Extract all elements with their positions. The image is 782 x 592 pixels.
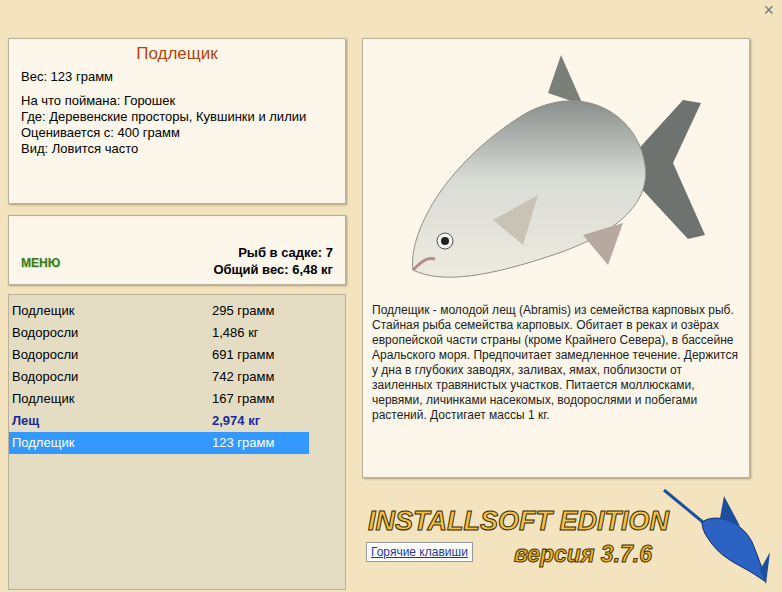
catch-row[interactable]: Подлещик123 грамм bbox=[9, 432, 309, 454]
catch-name: Водоросли bbox=[9, 367, 212, 387]
game-window: × Подлещик Вес: 123 грамм На что поймана: Г… bbox=[0, 0, 782, 592]
keepnet-summary: Рыб в садке: 7Общий вес: 6,48 кг bbox=[213, 244, 333, 278]
close-button[interactable]: × bbox=[761, 0, 776, 20]
catch-weight: 167 грамм bbox=[212, 389, 274, 409]
catch-row[interactable]: Подлещик295 грамм bbox=[9, 300, 309, 322]
logo-area: INSTALLSOFT EDITIONГорячие клавишиверсия… bbox=[362, 478, 782, 592]
menu-button[interactable]: МЕНЮ bbox=[21, 254, 60, 272]
catch-name: Подлещик bbox=[9, 389, 212, 409]
catch-row[interactable]: Лещ2,974 кг bbox=[9, 410, 309, 432]
fish-detail-panel: Подлещик - молодой лещ (Abramis) из семе… bbox=[362, 38, 750, 478]
catch-weight: 295 грамм bbox=[212, 301, 274, 321]
marlin-icon bbox=[662, 482, 772, 588]
fish-info-line: Вес: 123 грамм bbox=[21, 69, 333, 85]
catch-weight: 123 грамм bbox=[212, 433, 274, 453]
catch-weight: 2,974 кг bbox=[212, 411, 260, 431]
fish-info-line: Вид: Ловится часто bbox=[21, 141, 333, 157]
catch-name: Лещ bbox=[9, 411, 212, 431]
catch-weight: 742 грамм bbox=[212, 367, 274, 387]
title-bar: × bbox=[0, 0, 782, 38]
catch-row[interactable]: Водоросли691 грамм bbox=[9, 344, 309, 366]
hotkeys-button[interactable]: Горячие клавиши bbox=[366, 542, 473, 562]
keepnet-count: Рыб в садке: 7 bbox=[213, 244, 333, 261]
keepnet-total: Общий вес: 6,48 кг bbox=[213, 261, 333, 278]
catch-weight: 691 грамм bbox=[212, 345, 274, 365]
content: Подлещик Вес: 123 грамм На что поймана: Го… bbox=[0, 38, 782, 592]
fish-picture bbox=[383, 45, 713, 295]
catch-row[interactable]: Подлещик167 грамм bbox=[9, 388, 309, 410]
catch-row[interactable]: Водоросли742 грамм bbox=[9, 366, 309, 388]
fish-info: Вес: 123 грамм На что поймана: ГорошекГде… bbox=[21, 69, 333, 157]
left-column: Подлещик Вес: 123 грамм На что поймана: Го… bbox=[8, 38, 346, 592]
fish-picture-area bbox=[363, 39, 749, 303]
catch-weight: 1,486 кг bbox=[212, 323, 259, 343]
fish-info-line: Оценивается с: 400 грамм bbox=[21, 125, 333, 141]
catch-name: Водоросли bbox=[9, 345, 212, 365]
fish-info-line: Где: Деревенские просторы, Кувшинки и ли… bbox=[21, 109, 333, 125]
catch-row[interactable]: Водоросли1,486 кг bbox=[9, 322, 309, 344]
fish-title: Подлещик bbox=[21, 43, 333, 65]
catch-name: Подлещик bbox=[9, 433, 212, 453]
catch-list: Подлещик295 граммВодоросли1,486 кгВодоро… bbox=[8, 294, 346, 590]
catch-name: Водоросли bbox=[9, 323, 212, 343]
version-label: версия 3.7.6 bbox=[514, 540, 652, 568]
fish-description: Подлещик - молодой лещ (Abramis) из семе… bbox=[363, 303, 749, 423]
fish-info-line: На что поймана: Горошек bbox=[21, 93, 333, 109]
catch-name: Подлещик bbox=[9, 301, 212, 321]
keepnet-panel: МЕНЮ Рыб в садке: 7Общий вес: 6,48 кг bbox=[8, 215, 346, 285]
fish-card: Подлещик Вес: 123 грамм На что поймана: Го… bbox=[8, 38, 346, 204]
right-column: Подлещик - молодой лещ (Abramis) из семе… bbox=[362, 38, 782, 592]
